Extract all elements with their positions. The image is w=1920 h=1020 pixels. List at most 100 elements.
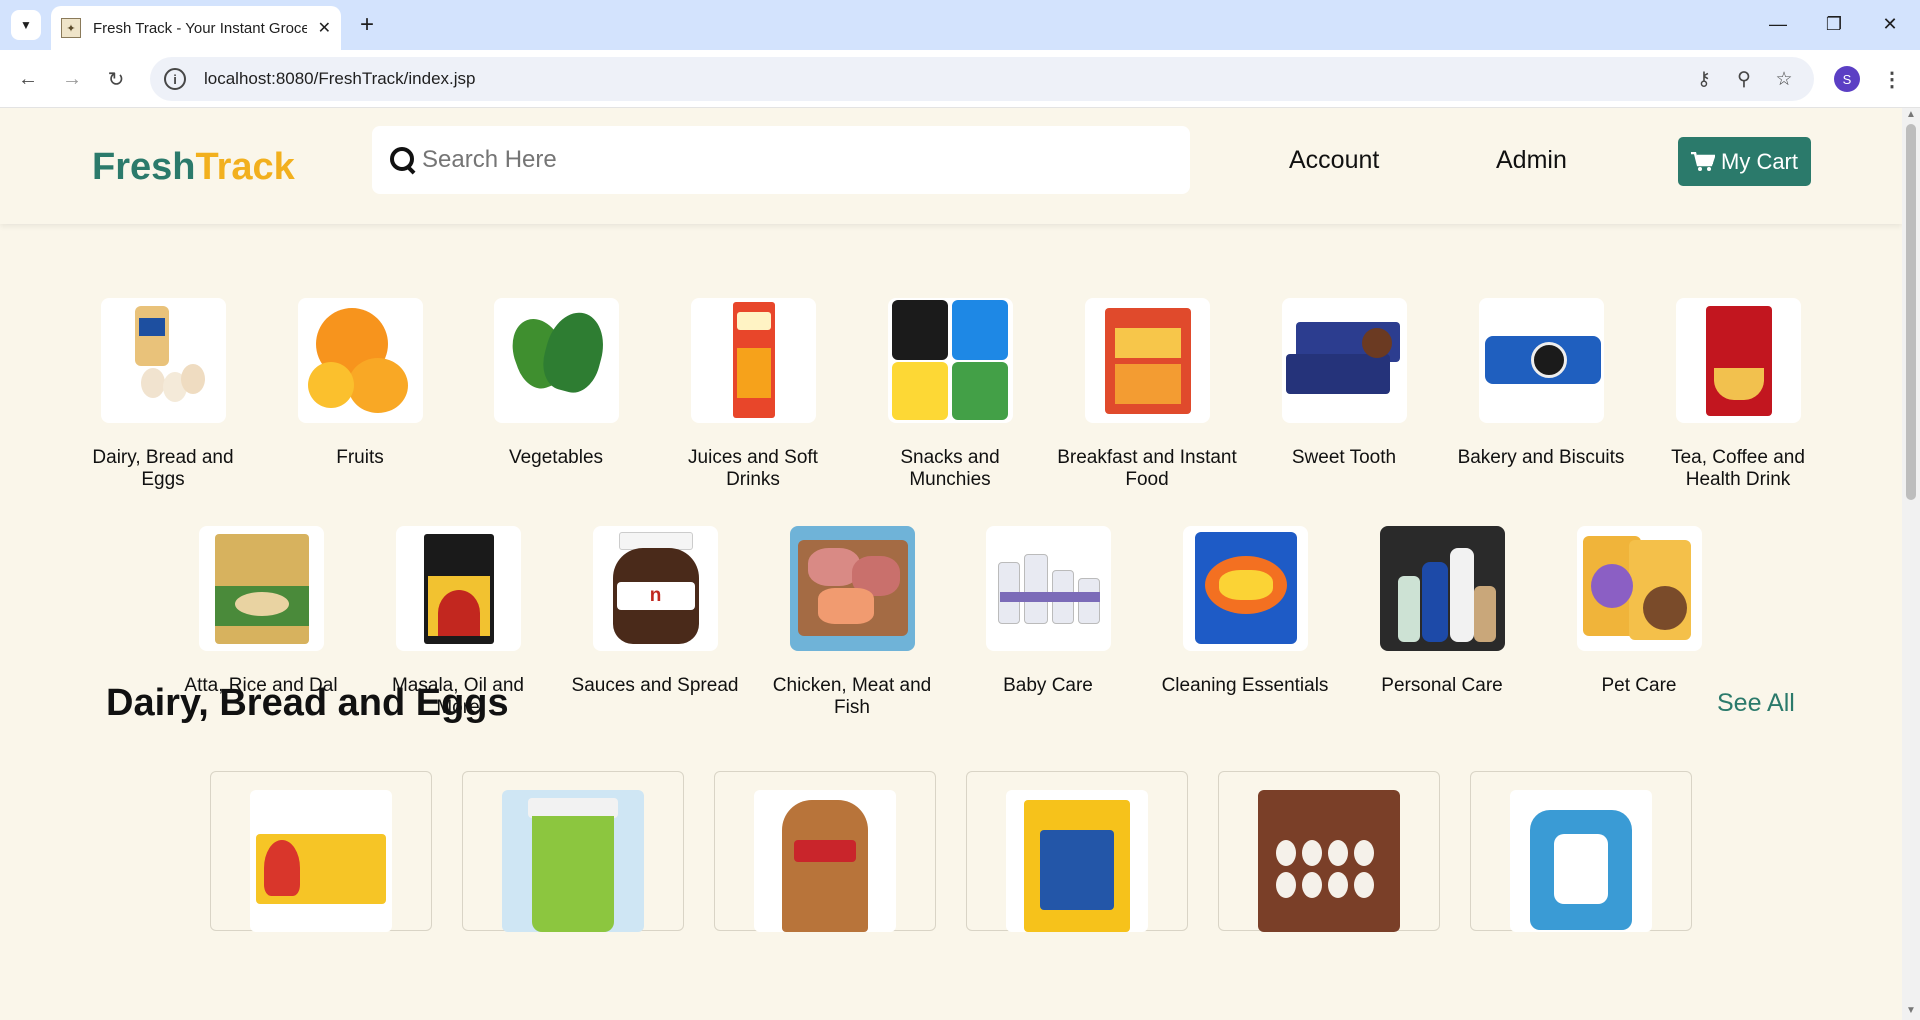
babycare-image xyxy=(985,526,1111,651)
category-label: Baby Care xyxy=(1003,675,1093,696)
window-close-icon[interactable]: ✕ xyxy=(1870,8,1910,40)
profile-avatar[interactable]: S xyxy=(1834,66,1860,92)
logo-fresh: Fresh xyxy=(92,146,196,188)
cart-icon xyxy=(1691,151,1715,171)
site-info-icon[interactable]: i xyxy=(164,68,186,90)
category-snacks[interactable]: Snacks and Munchies xyxy=(860,298,1040,491)
category-tea-coffee[interactable]: Tea, Coffee and Health Drink xyxy=(1648,298,1828,491)
category-atta[interactable]: Atta, Rice and Dal xyxy=(171,526,351,697)
reload-icon[interactable]: ↻ xyxy=(100,63,132,95)
meat-image xyxy=(789,526,915,651)
category-label: Juices and Soft Drinks xyxy=(688,447,818,490)
category-pet-care[interactable]: Pet Care xyxy=(1549,526,1729,697)
category-label: Bakery and Biscuits xyxy=(1457,447,1625,468)
see-all-link[interactable]: See All xyxy=(1717,689,1795,718)
juice-image xyxy=(690,298,816,423)
product-card[interactable] xyxy=(1218,771,1440,932)
petcare-image xyxy=(1576,526,1702,651)
search-box[interactable] xyxy=(372,126,1190,194)
browser-toolbar: ← → ↻ i localhost:8080/FreshTrack/index.… xyxy=(0,50,1920,108)
scrollbar-thumb[interactable] xyxy=(1906,124,1916,500)
category-vegetables[interactable]: Vegetables xyxy=(466,298,646,469)
category-dairy[interactable]: Dairy, Bread and Eggs xyxy=(73,298,253,491)
product-card[interactable] xyxy=(966,771,1188,932)
category-breakfast[interactable]: Breakfast and Instant Food xyxy=(1057,298,1237,491)
cheese-image xyxy=(1006,790,1148,932)
scroll-up-icon[interactable]: ▲ xyxy=(1906,110,1916,120)
personalcare-image xyxy=(1379,526,1505,651)
category-fruits[interactable]: Fruits xyxy=(270,298,450,469)
page-viewport: FreshTrack Account Admin My Cart Dairy xyxy=(0,108,1920,1020)
category-bakery[interactable]: Bakery and Biscuits xyxy=(1451,298,1631,469)
product-card[interactable] xyxy=(714,771,936,932)
tab-title: Fresh Track - Your Instant Groce xyxy=(93,19,307,37)
category-label: Personal Care xyxy=(1381,675,1503,696)
tab-close-icon[interactable]: ✕ xyxy=(318,18,331,38)
password-key-icon[interactable]: ⚷ xyxy=(1688,57,1720,101)
admin-link[interactable]: Admin xyxy=(1496,146,1567,175)
url-text[interactable]: localhost:8080/FreshTrack/index.jsp xyxy=(204,69,476,89)
browser-menu-icon[interactable]: ⋮ xyxy=(1880,64,1904,94)
search-input[interactable] xyxy=(422,146,1162,174)
category-label: Tea, Coffee and Health Drink xyxy=(1671,447,1805,490)
masala-image xyxy=(395,526,521,651)
masti-image xyxy=(502,790,644,932)
category-label: Chicken, Meat and Fish xyxy=(772,675,932,718)
butter-image xyxy=(250,790,392,932)
site-logo[interactable]: FreshTrack xyxy=(92,146,295,189)
product-card[interactable] xyxy=(210,771,432,932)
tab-list-chevron-icon[interactable]: ▼ xyxy=(11,10,41,40)
eggs-image xyxy=(1258,790,1400,932)
browser-tab-bar: ▼ ✦ Fresh Track - Your Instant Groce ✕ +… xyxy=(0,0,1920,50)
category-baby-care[interactable]: Baby Care xyxy=(958,526,1138,697)
category-meat[interactable]: Chicken, Meat and Fish xyxy=(762,526,942,719)
fruits-image xyxy=(297,298,423,423)
dairy-image xyxy=(100,298,226,423)
category-label: Breakfast and Instant Food xyxy=(1057,447,1237,490)
sauces-image: n xyxy=(592,526,718,651)
biscuits-image xyxy=(1478,298,1604,423)
category-sauces[interactable]: n Sauces and Spread xyxy=(565,526,745,697)
category-label: Cleaning Essentials xyxy=(1161,675,1329,696)
page-scrollbar[interactable]: ▲ ▼ xyxy=(1902,108,1920,1020)
bread-image xyxy=(754,790,896,932)
restore-icon[interactable]: ❐ xyxy=(1814,8,1854,40)
site-header: FreshTrack Account Admin My Cart xyxy=(0,108,1902,224)
bookmark-star-icon[interactable]: ☆ xyxy=(1768,57,1800,101)
product-card[interactable] xyxy=(1470,771,1692,932)
category-personal-care[interactable]: Personal Care xyxy=(1352,526,1532,697)
scroll-down-icon[interactable]: ▼ xyxy=(1906,1006,1916,1016)
forward-arrow-icon[interactable]: → xyxy=(56,63,88,95)
category-cleaning[interactable]: Cleaning Essentials xyxy=(1155,526,1335,697)
favicon-icon: ✦ xyxy=(61,18,81,38)
category-sweet-tooth[interactable]: Sweet Tooth xyxy=(1254,298,1434,469)
section-title: Dairy, Bread and Eggs xyxy=(106,682,509,724)
category-label: Fruits xyxy=(336,447,384,468)
cart-label: My Cart xyxy=(1721,148,1798,174)
search-icon xyxy=(390,147,416,173)
category-label: Vegetables xyxy=(508,447,604,468)
back-arrow-icon[interactable]: ← xyxy=(12,63,44,95)
logo-track: Track xyxy=(195,146,295,188)
minimize-icon[interactable]: — xyxy=(1758,8,1798,40)
vegetables-image xyxy=(493,298,619,423)
category-label: Sweet Tooth xyxy=(1291,447,1397,468)
milk-image xyxy=(1510,790,1652,932)
atta-image xyxy=(198,526,324,651)
zoom-icon[interactable]: ⚲ xyxy=(1728,57,1760,101)
category-label: Dairy, Bread and Eggs xyxy=(92,447,234,490)
new-tab-plus-icon[interactable]: + xyxy=(352,10,382,40)
account-link[interactable]: Account xyxy=(1289,146,1379,175)
category-juices[interactable]: Juices and Soft Drinks xyxy=(663,298,843,491)
snacks-image xyxy=(887,298,1013,423)
tea-image xyxy=(1675,298,1801,423)
my-cart-button[interactable]: My Cart xyxy=(1678,137,1811,186)
browser-tab[interactable]: ✦ Fresh Track - Your Instant Groce ✕ xyxy=(51,6,341,50)
address-bar[interactable]: i localhost:8080/FreshTrack/index.jsp ⚷ … xyxy=(150,57,1814,101)
category-label: Snacks and Munchies xyxy=(900,447,1000,490)
product-card[interactable] xyxy=(462,771,684,932)
sweet-image xyxy=(1281,298,1407,423)
cleaning-image xyxy=(1182,526,1308,651)
category-label: Pet Care xyxy=(1601,675,1677,696)
category-label: Sauces and Spread xyxy=(571,675,739,696)
